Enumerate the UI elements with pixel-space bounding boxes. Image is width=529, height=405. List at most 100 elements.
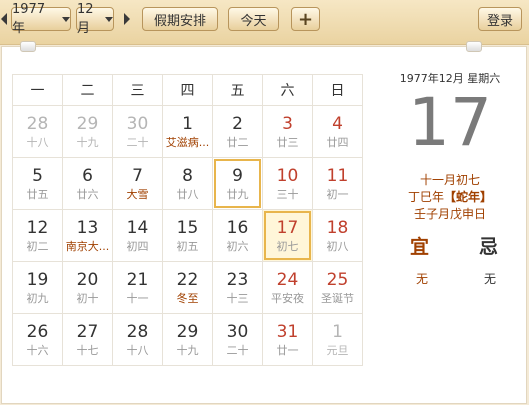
day-number: 5 [32, 165, 43, 186]
day-cell[interactable]: 1 元旦 [312, 313, 363, 366]
month-select[interactable]: 12月 [76, 2, 114, 36]
lunar-label: 十九 [76, 135, 99, 149]
lunar-label: 初四 [126, 239, 149, 253]
day-cell[interactable]: 6 廿六 [62, 157, 113, 210]
day-cell[interactable]: 29 十九 [162, 313, 213, 366]
day-number: 8 [182, 165, 193, 186]
day-cell[interactable]: 2 廿二 [212, 105, 263, 158]
day-detail-panel: 1977年12月 星期六 17 十一月初七 丁巳年【蛇年】 壬子月戊申日 [380, 70, 520, 223]
day-cell-content: 11 初一 [313, 158, 362, 209]
day-cell-content: 27 十七 [63, 314, 112, 365]
weekday-mon: 一 [12, 74, 63, 106]
week-row: 28 十八 29 十九 30 二十 1 艾滋病... 2 廿二 3 廿三 4 廿四 [12, 105, 363, 158]
day-cell-content: 29 十九 [163, 314, 212, 365]
day-cell-content: 18 初八 [313, 210, 362, 261]
lunar-label: 大雪 [126, 187, 149, 201]
day-number: 17 [276, 217, 299, 238]
day-cell-content: 24 平安夜 [263, 262, 312, 313]
day-cell[interactable]: 3 廿三 [262, 105, 313, 158]
weekday-tue: 二 [62, 74, 113, 106]
day-cell[interactable]: 4 廿四 [312, 105, 363, 158]
day-number: 31 [276, 321, 299, 342]
day-number: 24 [276, 269, 299, 290]
day-number: 29 [176, 321, 199, 342]
today-button[interactable]: 今天 [228, 7, 279, 31]
day-cell[interactable]: 27 十七 [62, 313, 113, 366]
day-cell-content: 14 初四 [113, 210, 162, 261]
day-cell[interactable]: 18 初八 [312, 209, 363, 262]
day-number: 6 [82, 165, 93, 186]
next-month-arrow-icon[interactable] [124, 13, 130, 25]
day-number: 22 [176, 269, 199, 290]
weekday-header: 一 二 三 四 五 六 日 [12, 74, 363, 106]
yi-label: 宜 [410, 236, 430, 258]
day-cell[interactable]: 22 冬至 [162, 261, 213, 314]
day-cell-content: 30 二十 [213, 314, 262, 365]
day-cell[interactable]: 1 艾滋病... [162, 105, 213, 158]
lunar-label: 廿六 [76, 187, 99, 201]
day-cell[interactable]: 14 初四 [112, 209, 163, 262]
day-cell[interactable]: 19 初九 [12, 261, 63, 314]
day-number: 3 [282, 113, 293, 134]
day-cell[interactable]: 17 初七 [262, 209, 313, 262]
today-cell: 17 初七 [263, 210, 312, 261]
lunar-label: 廿四 [326, 135, 349, 149]
day-number: 12 [26, 217, 49, 238]
day-cell-content: 31 廿一 [263, 314, 312, 365]
day-cell-content: 7 大雪 [113, 158, 162, 209]
day-cell[interactable]: 21 十一 [112, 261, 163, 314]
day-cell[interactable]: 8 廿八 [162, 157, 213, 210]
day-cell[interactable]: 28 十八 [12, 105, 63, 158]
day-cell[interactable]: 13 南京大... [62, 209, 113, 262]
lunar-date: 十一月初七 [419, 173, 480, 187]
day-number: 2 [232, 113, 243, 134]
day-number: 29 [76, 113, 99, 134]
lunar-label: 南京大... [65, 239, 110, 253]
day-cell[interactable]: 5 廿五 [12, 157, 63, 210]
day-cell[interactable]: 11 初一 [312, 157, 363, 210]
weekday-fri: 五 [212, 74, 263, 106]
day-number: 30 [226, 321, 249, 342]
day-cell[interactable]: 9 廿九 [212, 157, 263, 210]
day-cell[interactable]: 10 三十 [262, 157, 313, 210]
weekday-sat: 六 [262, 74, 313, 106]
prev-year-arrow-icon[interactable] [1, 13, 7, 25]
day-cell[interactable]: 15 初五 [162, 209, 213, 262]
day-cell-content: 10 三十 [263, 158, 312, 209]
lunar-label: 冬至 [176, 291, 199, 305]
lunar-label: 十六 [26, 343, 49, 357]
day-cell[interactable]: 24 平安夜 [262, 261, 313, 314]
add-button[interactable]: + [291, 7, 320, 31]
day-cell-content: 12 初二 [13, 210, 62, 261]
lunar-label: 圣诞节 [321, 291, 354, 305]
day-cell[interactable]: 12 初二 [12, 209, 63, 262]
binder-ring-icon [466, 41, 482, 52]
chevron-down-icon [105, 16, 113, 22]
year-select[interactable]: 1977 年 [11, 2, 71, 36]
day-cell[interactable]: 30 二十 [112, 105, 163, 158]
weekday-sun: 日 [312, 74, 363, 106]
day-cell-content: 4 廿四 [313, 106, 362, 157]
day-number: 7 [132, 165, 143, 186]
day-cell-content: 16 初六 [213, 210, 262, 261]
binder-ring-icon [20, 41, 36, 52]
day-cell[interactable]: 29 十九 [62, 105, 113, 158]
day-number: 26 [26, 321, 49, 342]
day-cell[interactable]: 26 十六 [12, 313, 63, 366]
login-button[interactable]: 登录 [478, 7, 522, 31]
holiday-button[interactable]: 假期安排 [142, 7, 218, 31]
day-cell[interactable]: 30 二十 [212, 313, 263, 366]
day-cell[interactable]: 16 初六 [212, 209, 263, 262]
day-cell-content: 29 十九 [63, 106, 112, 157]
day-number: 1 [182, 113, 193, 134]
day-cell[interactable]: 23 十三 [212, 261, 263, 314]
day-cell[interactable]: 31 廿一 [262, 313, 313, 366]
day-cell[interactable]: 20 初十 [62, 261, 113, 314]
ganzhi-month-day: 壬子月戊申日 [413, 207, 486, 221]
day-number: 18 [326, 217, 349, 238]
day-cell[interactable]: 25 圣诞节 [312, 261, 363, 314]
lunar-label: 十一 [126, 291, 149, 305]
lunar-label: 初二 [26, 239, 49, 253]
day-cell[interactable]: 7 大雪 [112, 157, 163, 210]
day-cell[interactable]: 28 十八 [112, 313, 163, 366]
